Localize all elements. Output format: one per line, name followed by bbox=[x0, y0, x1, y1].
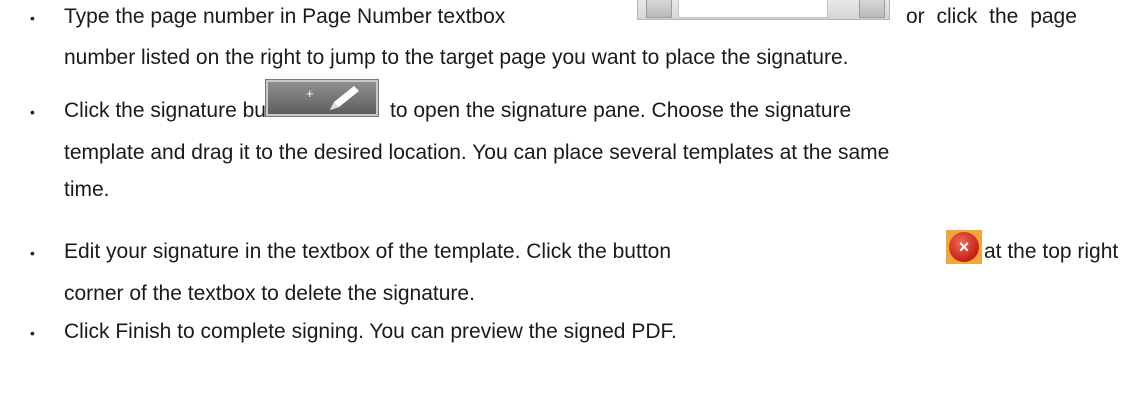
item-2-line-1-part-2: to open the signature pane. Choose the s… bbox=[390, 99, 852, 122]
item-1-line-2: number listed on the right to jump to th… bbox=[64, 46, 849, 69]
item-3-line-2: corner of the textbox to delete the sign… bbox=[64, 282, 475, 305]
next-page-icon bbox=[859, 0, 885, 18]
close-glyph: × bbox=[958, 237, 970, 257]
item-3-line-1-part-2: at the top right bbox=[984, 240, 1119, 263]
item-3-line-1-part-1: Edit your signature in the textbox of th… bbox=[64, 240, 672, 263]
close-icon: × bbox=[949, 232, 979, 262]
bullet: • bbox=[30, 245, 35, 261]
plus-icon: + bbox=[306, 86, 314, 101]
item-1-line-1-part-2: or click the page bbox=[906, 5, 1077, 28]
delete-button-image: × bbox=[946, 230, 982, 264]
bullet: • bbox=[30, 104, 35, 120]
page-number-textbox-image bbox=[637, 0, 890, 20]
signature-button-image: + bbox=[265, 79, 379, 117]
page-number-field-image bbox=[678, 0, 828, 18]
item-1-line-1-part-1: Type the page number in Page Number text… bbox=[64, 5, 506, 28]
bullet: • bbox=[30, 325, 35, 341]
item-2-line-3: time. bbox=[64, 178, 110, 201]
bullet: • bbox=[30, 10, 35, 26]
item-2-line-2: template and drag it to the desired loca… bbox=[64, 141, 890, 164]
pencil-icon bbox=[330, 86, 359, 110]
item-4-line-1: Click Finish to complete signing. You ca… bbox=[64, 320, 677, 343]
prev-page-icon bbox=[646, 0, 672, 18]
